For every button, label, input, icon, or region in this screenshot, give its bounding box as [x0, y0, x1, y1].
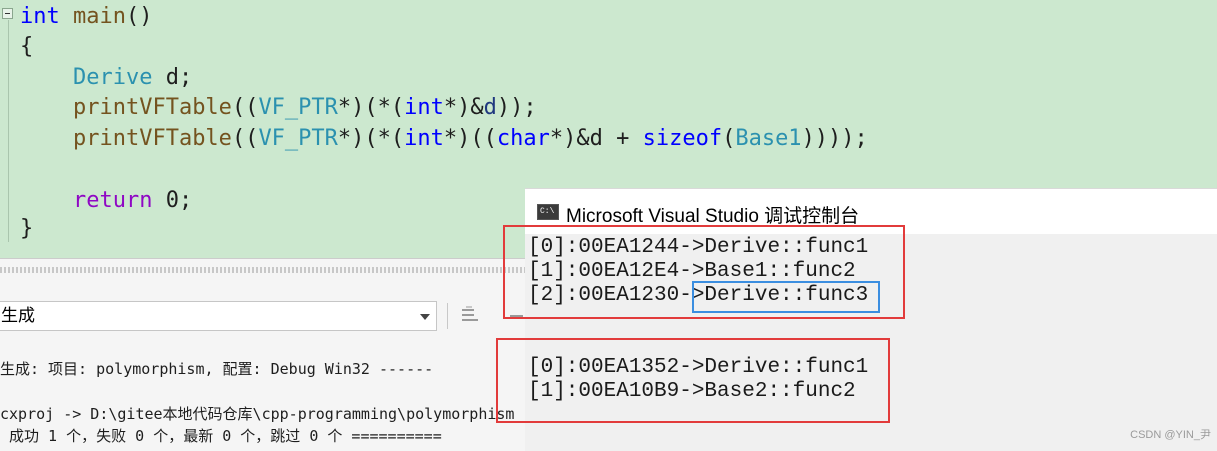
annotation-box-func3	[692, 281, 880, 313]
output-source-select[interactable]: 生成	[0, 301, 437, 331]
code-line-2: {	[20, 34, 34, 59]
output-line: 生成: 项目: polymorphism, 配置: Debug Win32 --…	[0, 360, 434, 378]
find-message-button[interactable]	[458, 305, 482, 327]
panel-drag-strip[interactable]	[0, 267, 525, 273]
chevron-down-icon	[420, 314, 430, 320]
output-panel: 生成 生成: 项目: polymorphism, 配置: Debug Win32…	[0, 258, 525, 451]
fold-guide	[8, 20, 9, 242]
console-title: Microsoft Visual Studio 调试控制台	[566, 206, 860, 227]
output-source-value: 生成	[1, 306, 35, 325]
collapse-toggle-icon[interactable]	[2, 8, 13, 19]
code-line-8: }	[20, 216, 34, 241]
code-line-3: Derive d;	[72, 65, 193, 90]
console-app-icon: C:\	[537, 204, 559, 220]
code-line-7: return 0;	[72, 188, 193, 213]
code-line-5: printVFTable((VF_PTR*)(*(int*)((char*)&d…	[72, 126, 868, 151]
output-line: 成功 1 个，失败 0 个，最新 0 个，跳过 0 个 ==========	[0, 427, 442, 445]
output-line: cxproj -> D:\gitee本地代码仓库\cpp-programming…	[0, 405, 515, 423]
code-line-1: int main()	[20, 4, 153, 29]
toolbar-divider	[447, 303, 448, 329]
annotation-box-base2-vftable	[496, 338, 890, 423]
code-line-4: printVFTable((VF_PTR*)(*(int*)&d));	[72, 95, 537, 120]
find-message-icon	[462, 306, 478, 321]
watermark: CSDN @YIN_尹	[1130, 429, 1211, 441]
